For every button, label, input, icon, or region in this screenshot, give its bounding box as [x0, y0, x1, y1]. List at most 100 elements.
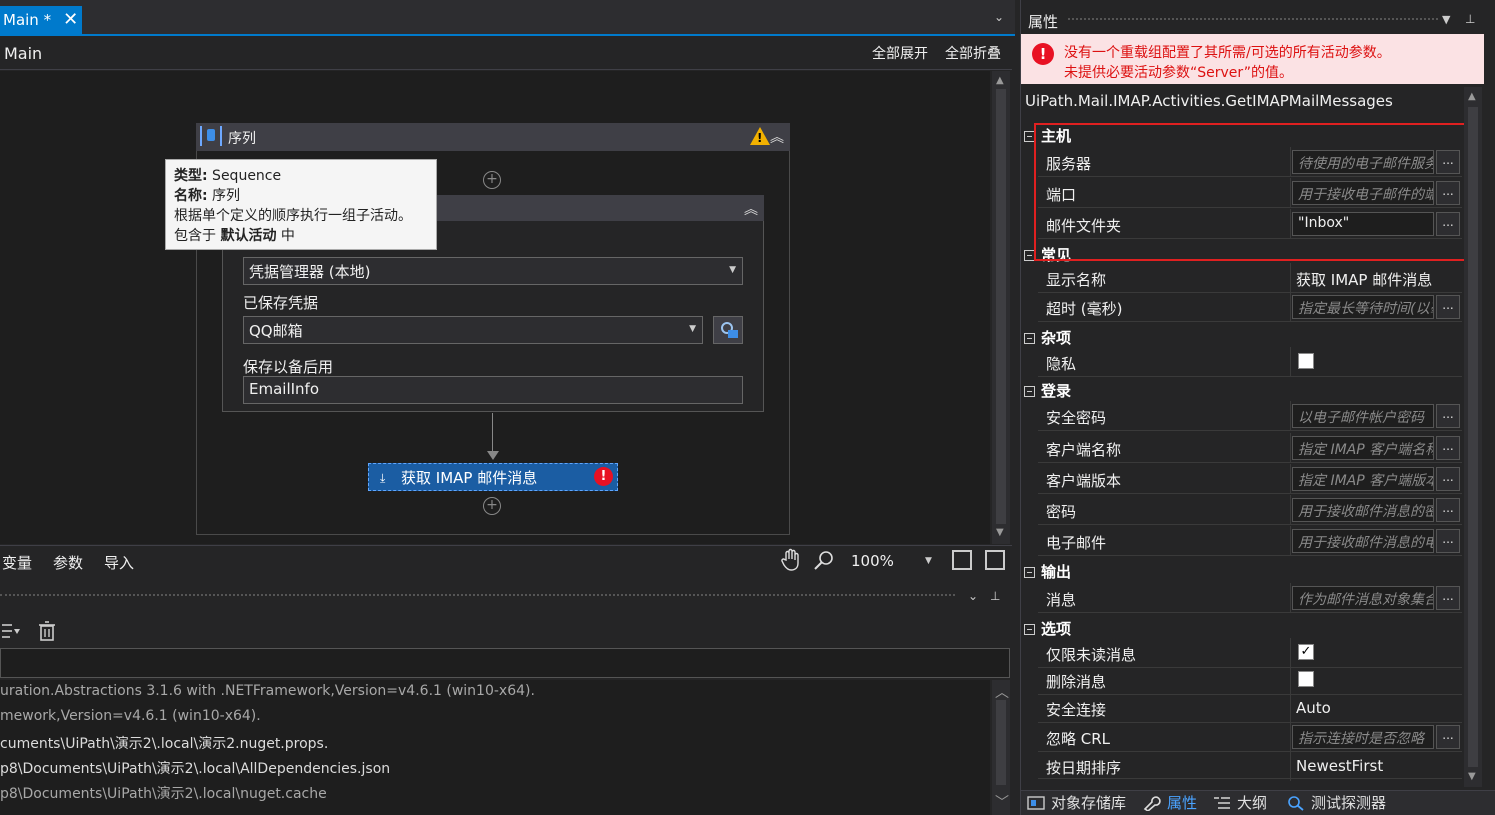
- column-separator: [1290, 583, 1291, 613]
- scroll-down-icon[interactable]: ▼: [996, 527, 1004, 538]
- properties-scrollbar[interactable]: ▲ ▼: [1464, 87, 1482, 787]
- error-icon: !: [594, 467, 613, 486]
- collapse-box-icon[interactable]: [1024, 567, 1035, 578]
- property-row-timeout[interactable]: 超时 (毫秒) 指定最长等待时间(以毫秒为单位) ...: [1038, 292, 1462, 322]
- category-options[interactable]: 选项: [1024, 618, 1071, 640]
- scrollbar-thumb[interactable]: [1468, 107, 1478, 767]
- tab-test-explorer[interactable]: 测试探测器: [1287, 792, 1386, 813]
- ellipsis-button[interactable]: ...: [1436, 529, 1460, 553]
- collapse-icon[interactable]: ︽: [744, 199, 758, 219]
- email-input[interactable]: 用于接收邮件消息的电子邮件: [1292, 529, 1434, 553]
- ellipsis-button[interactable]: ...: [1436, 467, 1460, 491]
- client-name-input[interactable]: 指定 IMAP 客户端名称: [1292, 436, 1434, 460]
- chevron-down-icon[interactable]: ⌄: [968, 589, 978, 603]
- designer-scrollbar[interactable]: ▲ ▼: [992, 71, 1010, 544]
- property-row-client-version[interactable]: 客户端版本 指定 IMAP 客户端版本 ...: [1038, 464, 1462, 494]
- zoom-icon[interactable]: [813, 549, 835, 571]
- scrollbar-thumb[interactable]: [996, 700, 1006, 785]
- private-checkbox[interactable]: [1298, 353, 1314, 369]
- delete-messages-checkbox[interactable]: [1298, 671, 1314, 687]
- ellipsis-button[interactable]: ...: [1436, 404, 1460, 428]
- category-login[interactable]: 登录: [1024, 380, 1071, 402]
- property-row-client-name[interactable]: 客户端名称 指定 IMAP 客户端名称 ...: [1038, 433, 1462, 463]
- download-icon: ⤓: [380, 471, 386, 485]
- category-output[interactable]: 输出: [1024, 561, 1071, 583]
- scroll-up-icon[interactable]: ︿: [995, 682, 1009, 702]
- trash-icon[interactable]: [38, 620, 56, 642]
- collapse-box-icon[interactable]: [1024, 333, 1035, 344]
- property-row-secure-password[interactable]: 安全密码 以电子邮件帐户密码 ...: [1038, 401, 1462, 431]
- chevron-down-icon[interactable]: ▼: [1442, 13, 1450, 26]
- panel-grip[interactable]: [1068, 18, 1438, 22]
- property-row-order-by-date[interactable]: 按日期排序 NewestFirst: [1038, 751, 1462, 781]
- breadcrumb[interactable]: Main: [4, 44, 42, 63]
- property-row-password[interactable]: 密码 用于接收邮件消息的密码 ...: [1038, 495, 1462, 525]
- property-row-ignore-crl[interactable]: 忽略 CRL 指示连接时是否忽略 ...: [1038, 722, 1462, 752]
- output-search-input[interactable]: [0, 648, 1010, 678]
- fullscreen-icon[interactable]: [985, 550, 1005, 570]
- collapse-box-icon[interactable]: [1024, 624, 1035, 635]
- ignore-crl-input[interactable]: 指示连接时是否忽略: [1292, 725, 1434, 749]
- collapse-all-button[interactable]: 全部折叠: [945, 43, 1001, 63]
- scrollbar-thumb[interactable]: [996, 89, 1006, 524]
- zoom-level[interactable]: 100%: [851, 552, 894, 570]
- tab-variables[interactable]: 变量: [2, 552, 32, 573]
- pin-icon[interactable]: ⊥: [990, 589, 1000, 603]
- client-version-input[interactable]: 指定 IMAP 客户端版本: [1292, 467, 1434, 491]
- collapse-icon[interactable]: ︽: [770, 127, 784, 147]
- timeout-input[interactable]: 指定最长等待时间(以毫秒为单位): [1292, 295, 1434, 319]
- scroll-up-icon[interactable]: ▲: [996, 75, 1004, 86]
- imap-activity[interactable]: 获取 IMAP 邮件消息: [368, 463, 618, 491]
- tab-imports[interactable]: 导入: [104, 552, 134, 573]
- order-by-date-value[interactable]: NewestFirst: [1296, 757, 1383, 775]
- filter-list-icon[interactable]: [2, 620, 20, 642]
- expand-all-button[interactable]: 全部展开: [872, 43, 928, 63]
- close-icon[interactable]: ✕: [63, 11, 78, 29]
- chevron-down-icon[interactable]: ▼: [925, 556, 932, 566]
- property-row-only-unread[interactable]: 仅限未读消息 ✓: [1038, 638, 1462, 668]
- property-row-private[interactable]: 隐私: [1038, 347, 1462, 377]
- tab-arguments[interactable]: 参数: [53, 552, 83, 573]
- chevron-down-icon[interactable]: ⌄: [994, 10, 1004, 24]
- only-unread-checkbox[interactable]: ✓: [1298, 644, 1314, 660]
- fit-to-screen-icon[interactable]: [952, 550, 972, 570]
- property-row-messages[interactable]: 消息 作为邮件消息对象集合 ...: [1038, 583, 1462, 613]
- sequence-header[interactable]: [196, 123, 790, 151]
- hand-pan-icon[interactable]: [780, 548, 802, 572]
- property-row-delete-messages[interactable]: 删除消息: [1038, 665, 1462, 695]
- tab-outline[interactable]: 大纲: [1213, 792, 1267, 813]
- panel-grip[interactable]: [0, 594, 955, 598]
- category-misc[interactable]: 杂项: [1024, 327, 1071, 349]
- pin-icon[interactable]: ⊥: [1465, 12, 1475, 26]
- ellipsis-button[interactable]: ...: [1436, 295, 1460, 319]
- ellipsis-button[interactable]: ...: [1436, 498, 1460, 522]
- secure-connection-value[interactable]: Auto: [1296, 699, 1331, 717]
- scroll-down-icon[interactable]: ﹀: [995, 792, 1009, 812]
- ellipsis-button[interactable]: ...: [1436, 436, 1460, 460]
- tab-object-repository[interactable]: 对象存储库: [1027, 792, 1126, 813]
- output-scrollbar[interactable]: ︿ ﹀: [992, 680, 1010, 815]
- property-row-secure-connection[interactable]: 安全连接 Auto: [1038, 693, 1462, 723]
- scroll-down-icon[interactable]: ▼: [1468, 771, 1476, 782]
- credential-source-select[interactable]: 凭据管理器 (本地) ▼: [243, 257, 743, 285]
- saved-credential-select[interactable]: QQ邮箱 ▼: [243, 316, 703, 344]
- ellipsis-button[interactable]: ...: [1436, 586, 1460, 610]
- tooltip-type-label: 类型:: [174, 168, 208, 184]
- tab-properties[interactable]: 属性: [1143, 792, 1197, 813]
- scroll-up-icon[interactable]: ▲: [1468, 91, 1476, 102]
- collapse-box-icon[interactable]: [1024, 386, 1035, 397]
- add-activity-icon[interactable]: +: [483, 497, 501, 515]
- ellipsis-button[interactable]: ...: [1436, 725, 1460, 749]
- password-input[interactable]: 用于接收邮件消息的密码: [1292, 498, 1434, 522]
- property-row-email[interactable]: 电子邮件 用于接收邮件消息的电子邮件 ...: [1038, 526, 1462, 556]
- save-for-later-input[interactable]: EmailInfo: [243, 376, 743, 404]
- column-separator: [1290, 722, 1291, 752]
- property-row-display-name[interactable]: 显示名称 获取 IMAP 邮件消息: [1038, 263, 1462, 293]
- breadcrumb-bar: [0, 38, 1012, 70]
- messages-input[interactable]: 作为邮件消息对象集合: [1292, 586, 1434, 610]
- credential-manager-icon[interactable]: [713, 316, 743, 344]
- display-name-value[interactable]: 获取 IMAP 邮件消息: [1296, 269, 1432, 290]
- secure-password-input[interactable]: 以电子邮件帐户密码: [1292, 404, 1434, 428]
- tab-main[interactable]: Main * ✕: [0, 6, 82, 34]
- add-activity-icon[interactable]: +: [483, 171, 501, 189]
